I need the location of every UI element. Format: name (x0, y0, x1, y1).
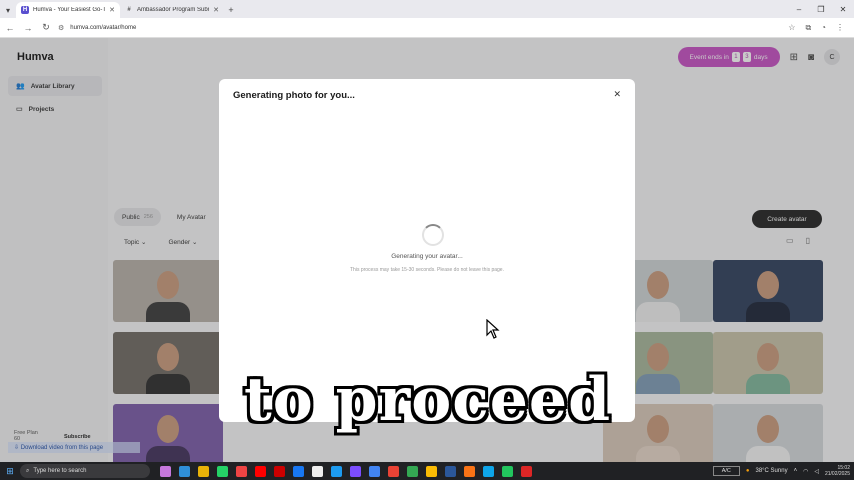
tab-ambassador[interactable]: # Ambassador Program Submiss... ✕ (120, 2, 224, 18)
windows-taskbar: ⊞ ⌕ Type here to search A/C ● 38°C Sunny… (0, 462, 854, 480)
mouse-cursor-icon (486, 319, 500, 339)
browser-toolbar: ← → ↻ ⚙ humva.com/avatar/home ☆ ⧉ ◔ ⋮ (0, 18, 854, 38)
facebook-icon[interactable] (293, 465, 304, 477)
weather-icon: ● (745, 468, 750, 474)
window-controls: – ❐ ✕ (788, 0, 854, 18)
profile-icon[interactable]: ◔ (821, 23, 826, 33)
tab-title: Humva - Your Easiest Go-To AI (33, 7, 106, 13)
tab-title: Ambassador Program Submiss... (137, 7, 209, 13)
close-icon[interactable]: ✕ (613, 89, 621, 100)
edge-icon[interactable] (179, 465, 190, 477)
minimize-icon[interactable]: – (788, 0, 810, 18)
bookmark-star-icon[interactable]: ☆ (788, 23, 795, 33)
app-icon[interactable] (350, 465, 361, 477)
tab-favicon-icon: # (127, 7, 131, 13)
back-icon[interactable]: ← (4, 23, 16, 33)
chrome-icon[interactable] (236, 465, 247, 477)
browser-tabbar: ▾ H Humva - Your Easiest Go-To AI ✕ # Am… (0, 0, 854, 18)
app-icon[interactable] (331, 465, 342, 477)
modal-title: Generating photo for you... (233, 90, 355, 101)
volume-icon[interactable]: ◁ (814, 468, 819, 475)
site-info-icon[interactable]: ⚙ (58, 24, 64, 32)
generating-note: This process may take 15-30 seconds. Ple… (350, 267, 504, 273)
search-placeholder: Type here to search (33, 468, 87, 474)
copilot-icon[interactable] (160, 465, 171, 477)
tab-humva[interactable]: H Humva - Your Easiest Go-To AI ✕ (16, 2, 120, 18)
app-icon[interactable] (426, 465, 437, 477)
app-icon[interactable] (407, 465, 418, 477)
app-icon[interactable] (521, 465, 532, 477)
generating-status: Generating your avatar... (391, 253, 463, 260)
menu-icon[interactable]: ⋮ (836, 23, 844, 33)
system-tray: A/C ● 38°C Sunny ˄ ◠ ◁ 15:02 21/02/2025 (712, 462, 850, 480)
clock[interactable]: 15:02 21/02/2025 (825, 465, 850, 477)
tab-search-icon[interactable]: ▾ (0, 2, 16, 18)
taskbar-search[interactable]: ⌕ Type here to search (20, 464, 150, 478)
reload-icon[interactable]: ↻ (40, 22, 52, 33)
file-explorer-icon[interactable] (198, 465, 209, 477)
clock-date: 21/02/2025 (824, 471, 850, 477)
app-icon[interactable] (369, 465, 380, 477)
word-icon[interactable] (445, 465, 456, 477)
new-tab-icon[interactable]: + (224, 2, 238, 18)
network-icon[interactable]: ◠ (803, 468, 808, 475)
tab-close-icon[interactable]: ✕ (109, 6, 115, 14)
close-window-icon[interactable]: ✕ (832, 0, 854, 18)
notepad-icon[interactable] (312, 465, 323, 477)
whatsapp-icon[interactable] (217, 465, 228, 477)
download-label: Download video from this page (20, 444, 104, 451)
tray-arrow-icon[interactable]: ˄ (794, 468, 798, 474)
tab-close-icon[interactable]: ✕ (213, 6, 219, 14)
youtube-music-icon[interactable] (274, 465, 285, 477)
download-icon: ⇩ (14, 445, 21, 451)
video-caption: to proceed (244, 365, 612, 435)
vlc-icon[interactable] (464, 465, 475, 477)
extensions-icon[interactable]: ⧉ (805, 23, 811, 33)
forward-icon[interactable]: → (22, 23, 34, 33)
windows-start-icon[interactable]: ⊞ (0, 466, 20, 477)
app-icon[interactable] (502, 465, 513, 477)
app-icon[interactable] (388, 465, 399, 477)
download-video-bar[interactable]: ⇩ Download video from this page (8, 442, 140, 453)
url-text: humva.com/avatar/home (70, 24, 137, 31)
weather-text[interactable]: 38°C Sunny (755, 468, 787, 474)
input-indicator[interactable]: A/C (712, 466, 740, 476)
maximize-icon[interactable]: ❐ (810, 0, 832, 18)
app-icon[interactable] (483, 465, 494, 477)
loading-spinner-icon (422, 224, 444, 246)
humva-favicon-icon: H (21, 6, 29, 14)
search-icon: ⌕ (26, 467, 30, 474)
address-bar[interactable]: ⚙ humva.com/avatar/home (58, 21, 782, 35)
taskbar-apps (160, 465, 532, 477)
youtube-icon[interactable] (255, 465, 266, 477)
